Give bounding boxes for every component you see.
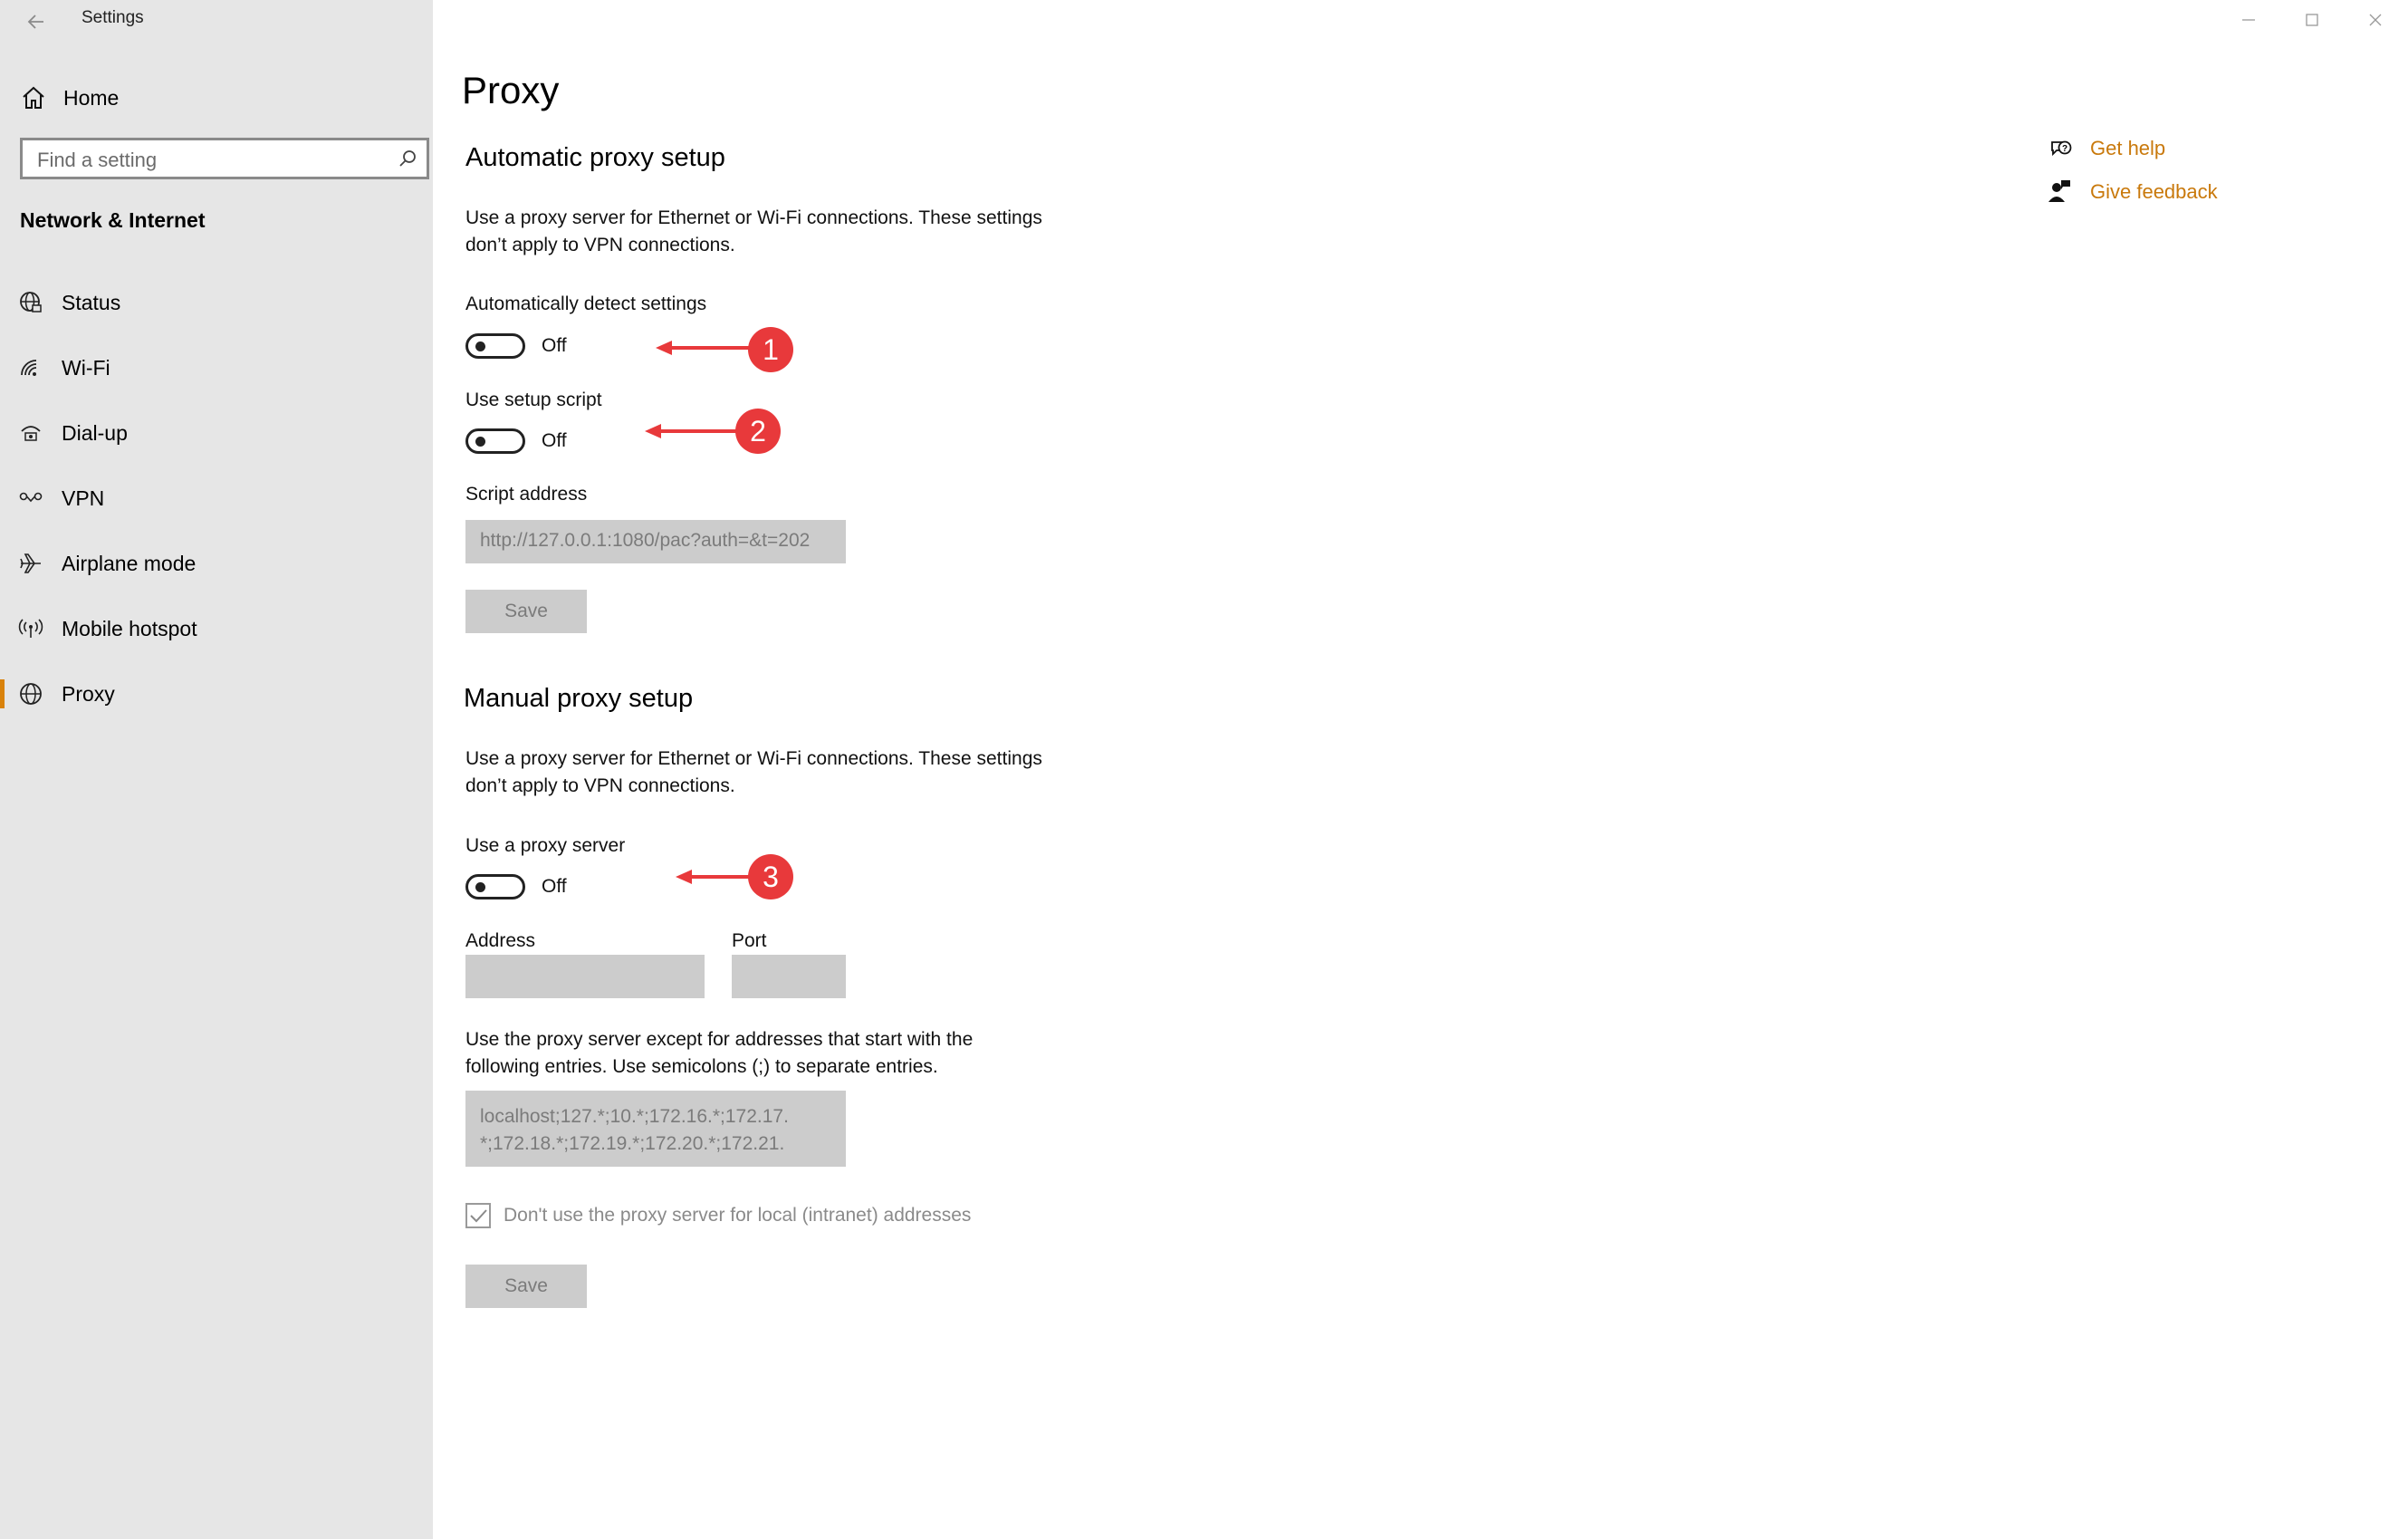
port-label: Port	[732, 930, 767, 951]
vpn-icon	[19, 492, 43, 503]
auto-detect-state: Off	[542, 335, 567, 356]
sidebar-item-label: Proxy	[62, 681, 115, 706]
script-address-value: http://127.0.0.1:1080/pac?auth=&t=202	[480, 530, 811, 551]
description-line: Use a proxy server for Ethernet or Wi-Fi…	[465, 748, 1042, 769]
setup-script-label: Use setup script	[465, 390, 602, 410]
wifi-icon	[21, 360, 37, 376]
minimize-button[interactable]	[2219, 0, 2278, 40]
description-line: don’t apply to VPN connections.	[465, 775, 735, 796]
use-proxy-label: Use a proxy server	[465, 835, 626, 856]
automatic-save-button[interactable]: Save	[465, 590, 587, 633]
script-address-input[interactable]: http://127.0.0.1:1080/pac?auth=&t=202	[465, 520, 846, 563]
sidebar-item-label: Airplane mode	[62, 551, 197, 575]
local-address-checkbox-label[interactable]: Don't use the proxy server for local (in…	[504, 1205, 971, 1226]
feedback-person-icon	[2048, 180, 2070, 202]
sidebar-item-vpn[interactable]: VPN	[0, 473, 433, 524]
automatic-proxy-description: Use a proxy server for Ethernet or Wi-Fi…	[465, 205, 1118, 259]
toggle-knob	[475, 341, 485, 351]
sidebar-item-label: Status	[62, 290, 121, 314]
local-address-checkbox[interactable]	[465, 1203, 491, 1228]
maximize-button[interactable]	[2282, 0, 2342, 40]
category-heading: Network & Internet	[20, 208, 206, 232]
address-input[interactable]	[465, 955, 705, 998]
manual-proxy-description: Use a proxy server for Ethernet or Wi-Fi…	[465, 745, 1118, 800]
get-help-label: Get help	[2090, 137, 2166, 159]
back-button[interactable]	[18, 4, 54, 40]
setup-script-state: Off	[542, 430, 567, 451]
manual-save-button[interactable]: Save	[465, 1265, 587, 1308]
automatic-proxy-heading: Automatic proxy setup	[465, 143, 725, 172]
window-title: Settings	[82, 8, 144, 27]
search-icon[interactable]	[398, 149, 417, 168]
manual-proxy-heading: Manual proxy setup	[464, 684, 694, 713]
back-arrow-icon	[27, 14, 43, 29]
sidebar-home[interactable]: Home	[20, 80, 119, 116]
auto-detect-toggle[interactable]	[465, 333, 525, 359]
exceptions-description: Use the proxy server except for addresse…	[465, 1026, 1118, 1081]
get-help-link[interactable]: ? Get help	[2047, 132, 2165, 165]
hotspot-icon	[18, 619, 43, 638]
svg-text:?: ?	[2062, 144, 2067, 154]
airplane-icon	[20, 553, 41, 573]
annotation-badge-2: 2	[735, 409, 781, 454]
exceptions-value-line: *;172.18.*;172.19.*;172.20.*;172.21.	[480, 1133, 785, 1154]
sidebar: Settings Home Network & Internet Status …	[0, 0, 433, 1539]
help-chat-icon: ?	[2051, 140, 2072, 157]
sidebar-item-dialup[interactable]: Dial-up	[0, 408, 433, 458]
give-feedback-link[interactable]: Give feedback	[2047, 176, 2218, 208]
sidebar-item-label: Dial-up	[62, 420, 128, 445]
home-icon	[23, 86, 44, 109]
checkmark-icon	[470, 1209, 487, 1223]
annotation-badge-3: 3	[748, 854, 793, 899]
minimize-icon	[2242, 19, 2255, 21]
close-icon	[2369, 14, 2382, 26]
description-line: following entries. Use semicolons (;) to…	[465, 1056, 938, 1077]
sidebar-item-status[interactable]: Status	[0, 277, 433, 328]
page-title: Proxy	[462, 69, 560, 111]
description-line: don’t apply to VPN connections.	[465, 235, 735, 255]
setup-script-toggle[interactable]	[465, 428, 525, 454]
sidebar-item-proxy[interactable]: Proxy	[0, 669, 433, 719]
search-input[interactable]	[35, 148, 383, 173]
globe-status-icon	[20, 292, 42, 313]
address-label: Address	[465, 930, 536, 951]
exceptions-textarea[interactable]: localhost;127.*;10.*;172.16.*;172.17. *;…	[465, 1091, 846, 1167]
globe-icon	[20, 683, 42, 705]
exceptions-value: localhost;127.*;10.*;172.16.*;172.17. *;…	[480, 1103, 788, 1158]
sidebar-item-label: Wi-Fi	[62, 355, 110, 380]
script-address-label: Script address	[465, 484, 588, 505]
give-feedback-label: Give feedback	[2090, 180, 2218, 203]
description-line: Use the proxy server except for addresse…	[465, 1029, 974, 1050]
exceptions-value-line: localhost;127.*;10.*;172.16.*;172.17.	[480, 1106, 788, 1127]
sidebar-item-hotspot[interactable]: Mobile hotspot	[0, 603, 433, 654]
toggle-knob	[475, 437, 485, 447]
dialup-icon	[21, 426, 41, 441]
sidebar-item-wifi[interactable]: Wi-Fi	[0, 342, 433, 393]
maximize-icon	[2306, 14, 2318, 26]
annotation-badge-1: 1	[748, 327, 793, 372]
auto-detect-label: Automatically detect settings	[465, 293, 707, 314]
description-line: Use a proxy server for Ethernet or Wi-Fi…	[465, 207, 1042, 228]
sidebar-item-label: Mobile hotspot	[62, 616, 197, 640]
use-proxy-toggle[interactable]	[465, 874, 525, 899]
search-box[interactable]	[20, 138, 429, 179]
use-proxy-state: Off	[542, 876, 567, 897]
toggle-knob	[475, 882, 485, 892]
port-input[interactable]	[732, 955, 846, 998]
sidebar-item-label: VPN	[62, 486, 105, 510]
sidebar-home-label: Home	[63, 85, 120, 110]
sidebar-item-airplane[interactable]: Airplane mode	[0, 538, 433, 589]
close-button[interactable]	[2346, 0, 2405, 40]
